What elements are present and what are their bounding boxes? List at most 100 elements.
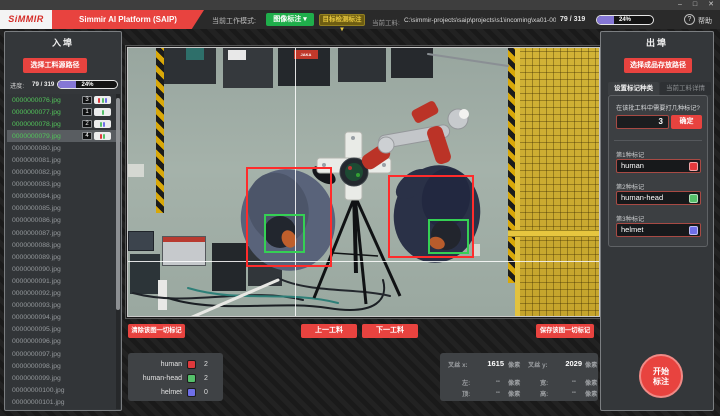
- file-list-item[interactable]: 0000000079.jpg 4: [7, 130, 121, 142]
- help-icon[interactable]: ?: [684, 14, 695, 25]
- choose-source-path-button[interactable]: 选择工料源路径: [23, 58, 87, 73]
- file-list-item[interactable]: 0000000080.jpg: [7, 142, 121, 154]
- unit-label: 像素: [508, 360, 520, 369]
- start-button-line1: 开始: [641, 367, 681, 377]
- save-annotations-button[interactable]: 保存该图一切标记: [536, 324, 594, 338]
- file-list-item[interactable]: 0000000089.jpg: [7, 251, 121, 263]
- file-list-item[interactable]: 0000000098.jpg: [7, 360, 121, 372]
- box-left-value: --: [480, 378, 500, 385]
- unit-label: 像素: [585, 389, 597, 398]
- file-list-item[interactable]: 0000000078.jpg 2: [7, 118, 121, 130]
- right-panel-tab[interactable]: 设置标记种类: [608, 82, 659, 95]
- file-list-item[interactable]: 0000000085.jpg: [7, 203, 121, 215]
- file-list-item[interactable]: 0000000088.jpg: [7, 239, 121, 251]
- file-list-item[interactable]: 0000000084.jpg: [7, 191, 121, 203]
- class-color-swatch[interactable]: [689, 226, 698, 235]
- legend-class-name: human: [128, 361, 182, 368]
- clear-annotations-button[interactable]: 清除该图一切标记: [128, 324, 185, 338]
- bbox-human-head-1[interactable]: [264, 214, 305, 253]
- class-name-input[interactable]: helmet: [616, 223, 701, 237]
- class-name-input[interactable]: human: [616, 159, 701, 173]
- mode-dropdown-image-annotation[interactable]: 图像标注 ▾: [266, 13, 314, 26]
- file-name: 0000000077.jpg: [12, 109, 61, 116]
- file-list-item[interactable]: 00000000100.jpg: [7, 384, 121, 396]
- unit-label: 像素: [585, 360, 597, 369]
- file-list[interactable]: 0000000076.jpg30000000077.jpg10000000078…: [7, 94, 121, 409]
- file-name: 0000000099.jpg: [12, 375, 61, 382]
- file-name: 0000000092.jpg: [12, 290, 61, 297]
- file-list-item[interactable]: 0000000099.jpg: [7, 372, 121, 384]
- mode-dropdown-label: 目标检测标注: [323, 16, 362, 23]
- file-name: 00000000101.jpg: [12, 399, 65, 406]
- file-list-scrollbar[interactable]: [116, 94, 120, 409]
- file-list-item[interactable]: 0000000095.jpg: [7, 324, 121, 336]
- file-name: 0000000086.jpg: [12, 217, 61, 224]
- annotation-count-badge: 3: [82, 96, 92, 104]
- class-color-swatch[interactable]: [689, 162, 698, 171]
- start-annotation-button[interactable]: 开始 标注: [639, 354, 683, 398]
- choose-output-path-button[interactable]: 选择成品存放路径: [624, 58, 692, 73]
- file-list-item[interactable]: 0000000081.jpg: [7, 154, 121, 166]
- header-progress-count: 79 / 319: [560, 16, 585, 23]
- right-panel-tabs: 设置标记种类当前工料详情: [608, 82, 712, 95]
- file-list-item[interactable]: 0000000076.jpg3: [7, 94, 121, 106]
- box-height-value: --: [556, 389, 576, 396]
- file-list-item[interactable]: 0000000093.jpg: [7, 300, 121, 312]
- file-name: 0000000085.jpg: [12, 205, 61, 212]
- next-item-button[interactable]: 下一工料: [362, 324, 418, 338]
- file-list-item[interactable]: 0000000097.jpg: [7, 348, 121, 360]
- file-list-item[interactable]: 0000000083.jpg: [7, 179, 121, 191]
- file-name: 0000000095.jpg: [12, 326, 61, 333]
- class-count-input[interactable]: 3: [616, 115, 669, 129]
- progress-percent: 24%: [597, 16, 653, 24]
- app-title-badge: Simmir AI Platform (SAIP): [52, 10, 204, 29]
- unit-label: 像素: [585, 378, 597, 387]
- app-logo: SiMMIR: [0, 10, 52, 29]
- class-color-tick: [102, 110, 104, 115]
- minimize-icon[interactable]: –: [678, 0, 682, 10]
- file-name: 0000000078.jpg: [12, 121, 61, 128]
- crosshair-horizontal: [128, 261, 600, 262]
- scrollbar-thumb[interactable]: [116, 98, 120, 310]
- legend-count: 0: [196, 389, 216, 396]
- crosshair-x-label: 叉丝 x:: [448, 360, 468, 369]
- unit-label: 像素: [508, 378, 520, 387]
- file-list-item[interactable]: 0000000096.jpg: [7, 336, 121, 348]
- class-color-ticks: [94, 96, 111, 104]
- file-list-item[interactable]: 0000000091.jpg: [7, 275, 121, 287]
- help-button[interactable]: 帮助: [698, 16, 712, 26]
- annotation-count-badge: 2: [82, 120, 92, 128]
- previous-item-button[interactable]: 上一工料: [301, 324, 357, 338]
- progress-percent: 24%: [58, 81, 117, 88]
- file-list-item[interactable]: 00000000101.jpg: [7, 396, 121, 408]
- file-list-item[interactable]: 0000000094.jpg: [7, 312, 121, 324]
- maximize-icon[interactable]: □: [693, 0, 697, 10]
- box-top-label: 顶:: [462, 389, 470, 398]
- legend-color-swatch: [187, 388, 196, 397]
- close-icon[interactable]: ✕: [708, 0, 714, 10]
- legend-color-swatch: [187, 374, 196, 383]
- annotation-canvas[interactable]: JAKA: [127, 47, 600, 317]
- progress-label: 进度:: [10, 81, 24, 90]
- class-color-tick: [103, 122, 105, 127]
- progress-count: 79 / 319: [32, 81, 54, 88]
- class-name-input[interactable]: human-head: [616, 191, 701, 205]
- class-legend: human2human-head2helmet0: [128, 353, 223, 401]
- class-color-swatch[interactable]: [689, 194, 698, 203]
- file-name: 0000000079.jpg: [12, 133, 61, 140]
- mode-dropdown-label: 图像标注: [273, 16, 301, 23]
- confirm-button[interactable]: 确定: [671, 115, 702, 129]
- bbox-human-head-2[interactable]: [428, 219, 469, 254]
- file-list-item[interactable]: 0000000092.jpg: [7, 288, 121, 300]
- file-list-item[interactable]: 0000000090.jpg: [7, 263, 121, 275]
- file-list-item[interactable]: 0000000087.jpg: [7, 227, 121, 239]
- legend-count: 2: [196, 375, 216, 382]
- current-file-path: C:\simmir-projects\saip\projects\s1\inco…: [404, 17, 556, 24]
- file-list-item[interactable]: 0000000086.jpg: [7, 215, 121, 227]
- mode-dropdown-object-detection[interactable]: 目标检测标注 ▾: [319, 14, 365, 26]
- file-list-item[interactable]: 0000000077.jpg1: [7, 106, 121, 118]
- file-list-item[interactable]: 0000000082.jpg: [7, 167, 121, 179]
- class-count-question: 在该批工料中需要打几种标记?: [616, 103, 700, 112]
- right-panel-tab[interactable]: 当前工料详情: [660, 82, 711, 95]
- annotation-count-badge: 4: [82, 132, 92, 140]
